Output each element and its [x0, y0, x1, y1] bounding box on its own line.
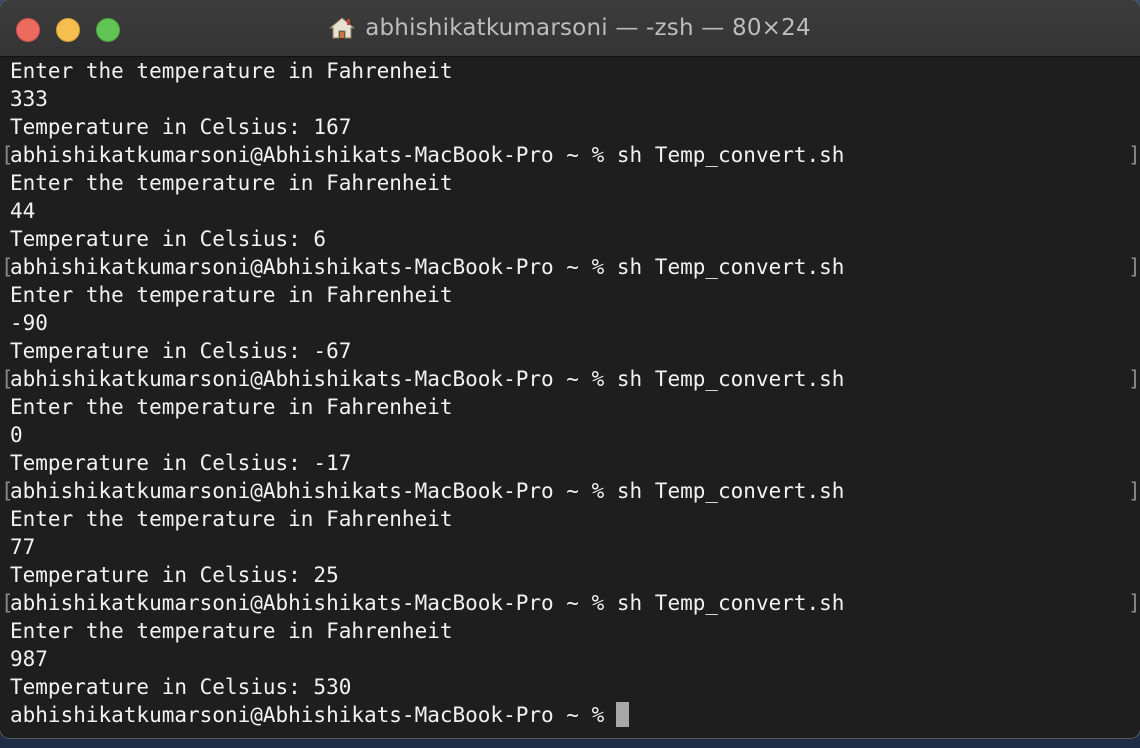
command-line: abhishikatkumarsoni@Abhishikats-MacBook-… — [10, 479, 845, 503]
block-cursor — [616, 702, 630, 727]
output-line: -90 — [10, 311, 48, 335]
output-line: Enter the temperature in Fahrenheit — [10, 507, 453, 531]
command-line: abhishikatkumarsoni@Abhishikats-MacBook-… — [10, 367, 845, 391]
output-line: 987 — [10, 647, 48, 671]
line-marker-right: ] — [1128, 143, 1140, 167]
line-marker-right: ] — [1128, 367, 1140, 391]
window-title: abhishikatkumarsoni — -zsh — 80×24 — [365, 15, 811, 41]
output-line: 0 — [10, 423, 23, 447]
line-marker-right: ] — [1128, 479, 1140, 503]
output-line: Temperature in Celsius: 6 — [10, 227, 327, 251]
command-line: abhishikatkumarsoni@Abhishikats-MacBook-… — [10, 591, 845, 615]
output-line: Enter the temperature in Fahrenheit — [10, 283, 453, 307]
output-line: Temperature in Celsius: -17 — [10, 451, 352, 475]
output-line: Enter the temperature in Fahrenheit — [10, 59, 453, 83]
current-prompt[interactable]: abhishikatkumarsoni@Abhishikats-MacBook-… — [10, 701, 630, 729]
output-line: 333 — [10, 87, 48, 111]
output-line: Enter the temperature in Fahrenheit — [10, 619, 453, 643]
output-line: Temperature in Celsius: 25 — [10, 563, 339, 587]
command-line: abhishikatkumarsoni@Abhishikats-MacBook-… — [10, 143, 845, 167]
output-line: Enter the temperature in Fahrenheit — [10, 171, 453, 195]
line-marker-right: ] — [1128, 255, 1140, 279]
terminal-output[interactable]: Enter the temperature in Fahrenheit 333 Te… — [0, 57, 1140, 738]
output-line: Temperature in Celsius: 530 — [10, 675, 352, 699]
output-line: Temperature in Celsius: 167 — [10, 115, 352, 139]
home-icon — [328, 16, 356, 40]
output-line: Temperature in Celsius: -67 — [10, 339, 352, 363]
command-line: abhishikatkumarsoni@Abhishikats-MacBook-… — [10, 255, 845, 279]
output-line: Enter the temperature in Fahrenheit — [10, 395, 453, 419]
window-title-group: abhishikatkumarsoni — -zsh — 80×24 — [0, 0, 1140, 56]
output-line: 77 — [10, 535, 36, 559]
output-line: 44 — [10, 199, 36, 223]
prompt-text: abhishikatkumarsoni@Abhishikats-MacBook-… — [10, 703, 605, 727]
line-marker-right: ] — [1128, 591, 1140, 615]
terminal-window: abhishikatkumarsoni — -zsh — 80×24 Enter… — [0, 0, 1140, 738]
title-bar[interactable]: abhishikatkumarsoni — -zsh — 80×24 — [0, 0, 1140, 57]
